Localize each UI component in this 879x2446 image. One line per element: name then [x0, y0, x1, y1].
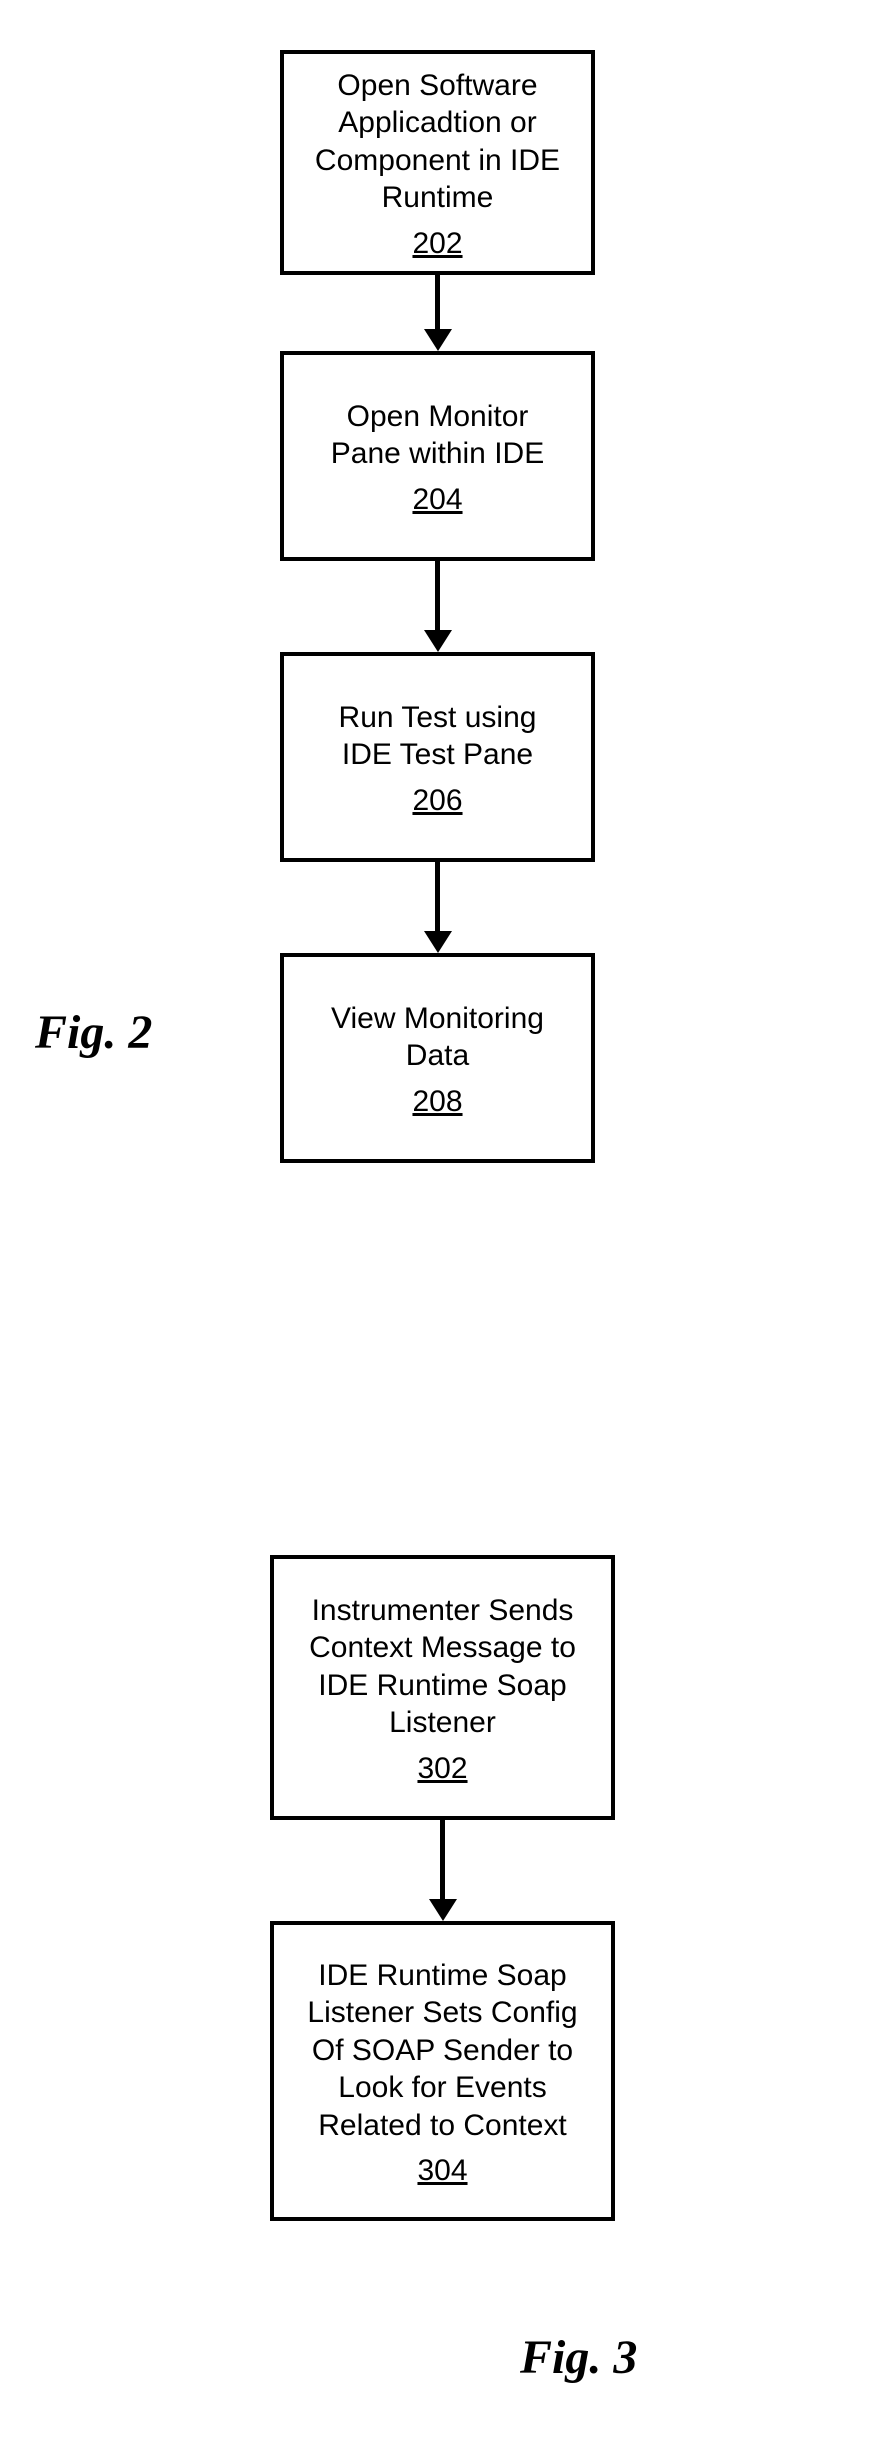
- figure-2-diagram: Open Software Applicadtion or Component …: [280, 50, 595, 1163]
- flow-box-text: Open Monitor Pane within IDE: [331, 398, 544, 473]
- flow-box-text: Instrumenter Sends Context Message to ID…: [309, 1592, 576, 1742]
- flow-box-ref: 204: [412, 481, 462, 519]
- arrow-down: [424, 862, 452, 953]
- flow-box-ref: 302: [417, 1750, 467, 1788]
- flow-box-run-test: Run Test using IDE Test Pane 206: [280, 652, 595, 862]
- figure-2-label: Fig. 2: [35, 1005, 152, 1060]
- arrow-down: [429, 1820, 457, 1921]
- flow-box-text: Run Test using IDE Test Pane: [339, 699, 537, 774]
- flow-box-open-app: Open Software Applicadtion or Component …: [280, 50, 595, 275]
- arrow-down: [424, 275, 452, 351]
- flow-box-text: IDE Runtime Soap Listener Sets Config Of…: [307, 1957, 577, 2145]
- flow-box-ref: 202: [412, 225, 462, 263]
- figure-3-label: Fig. 3: [520, 2330, 637, 2385]
- flow-box-ref: 208: [412, 1083, 462, 1121]
- flow-box-text: View Monitoring Data: [331, 1000, 544, 1075]
- arrow-down: [424, 561, 452, 652]
- flow-box-listener-sets-config: IDE Runtime Soap Listener Sets Config Of…: [270, 1921, 615, 2221]
- flow-box-open-monitor: Open Monitor Pane within IDE 204: [280, 351, 595, 561]
- flow-box-ref: 206: [412, 782, 462, 820]
- flow-box-text: Open Software Applicadtion or Component …: [315, 67, 560, 217]
- figure-3-diagram: Instrumenter Sends Context Message to ID…: [270, 1555, 615, 2221]
- flow-box-ref: 304: [417, 2152, 467, 2190]
- flow-box-instrumenter-sends: Instrumenter Sends Context Message to ID…: [270, 1555, 615, 1820]
- flow-box-view-data: View Monitoring Data 208: [280, 953, 595, 1163]
